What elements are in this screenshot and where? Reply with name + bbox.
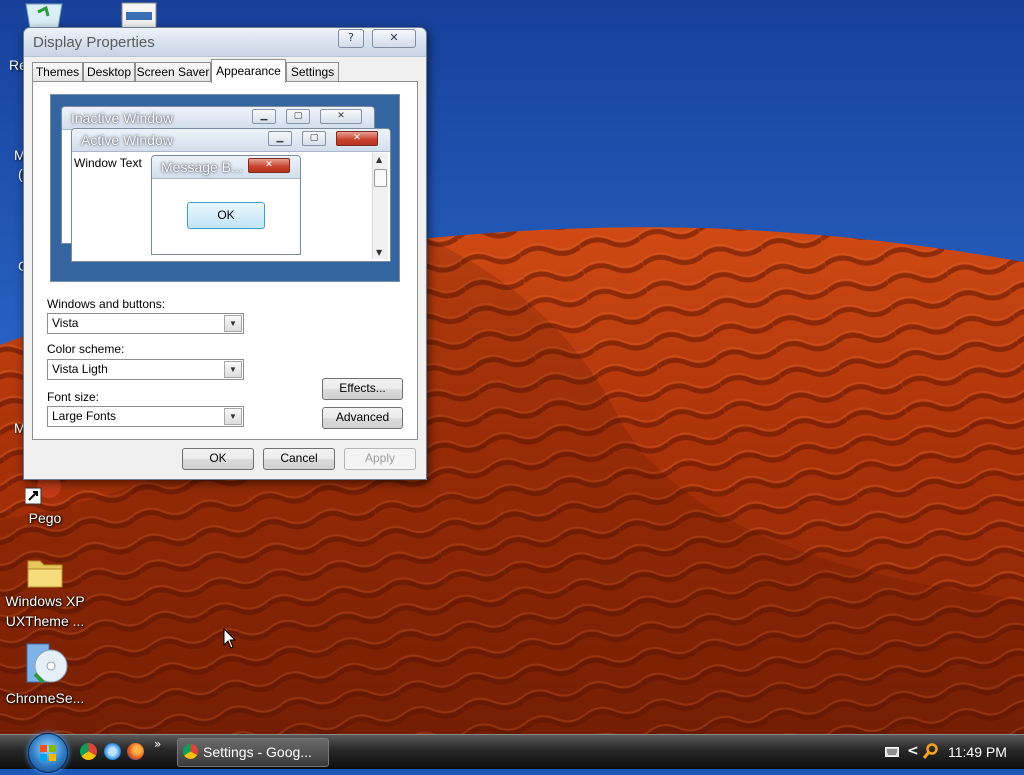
cancel-button[interactable]: Cancel [263,448,335,470]
close-icon: ✕ [320,109,362,124]
internet-explorer-icon[interactable] [104,743,121,760]
close-icon: ✕ [336,131,378,146]
color-scheme-label: Color scheme: [47,342,125,356]
desktop-icon-label: ChromeSe... [5,690,85,706]
scroll-up-arrow-icon: ▲ [376,155,383,164]
taskbar-button-label: Settings - Goog... [203,744,312,760]
apply-button[interactable]: Apply [344,448,416,470]
preview-active-title: Active Window [81,132,173,148]
preview-active-titlebar: Active Window ▁ ▢ ✕ [72,129,390,152]
windows-buttons-label: Windows and buttons: [47,297,166,311]
chevron-down-icon[interactable]: ▼ [224,361,242,378]
chrome-icon[interactable] [80,743,97,760]
font-size-label: Font size: [47,390,100,404]
desktop-icon-uxtheme-folder[interactable]: Windows XP UXTheme ... [0,553,90,631]
display-properties-dialog: Display Properties ? ✕ Themes Desktop Sc… [23,27,427,480]
desktop-icon-label: Windows XP [5,593,85,609]
color-scheme-dropdown[interactable]: Vista Ligth ▼ [47,359,244,380]
tab-appearance[interactable]: Appearance [211,59,286,83]
clock[interactable]: 11:49 PM [948,744,1007,760]
document-icon[interactable] [120,2,160,28]
tab-themes[interactable]: Themes [32,62,83,82]
preview-inactive-titlebar: Inactive Window ▁ ▢ ✕ [62,107,374,130]
scroll-thumb [374,169,387,187]
font-size-dropdown[interactable]: Large Fonts ▼ [47,406,244,427]
preview-scrollbar: ▲ ▼ [372,153,388,259]
chrome-icon [183,744,198,759]
preview-inactive-title: Inactive Window [71,110,173,126]
chevron-down-icon[interactable]: ▼ [224,408,242,425]
taskbar-button-settings-chrome[interactable]: Settings - Goog... [177,738,329,767]
taskbar: » Settings - Goog... < 11:49 PM [0,733,1024,773]
windows-buttons-value: Vista [52,316,79,330]
color-scheme-value: Vista Ligth [52,362,108,376]
installer-disc-icon [26,643,68,684]
tab-desktop[interactable]: Desktop [83,62,135,82]
folder-icon [27,560,63,588]
tab-settings[interactable]: Settings [286,62,339,82]
scroll-down-arrow-icon: ▼ [376,248,383,257]
preview-window-text: Window Text [74,156,142,170]
start-button[interactable] [28,733,68,773]
effects-button[interactable]: Effects... [322,378,403,400]
maximize-icon: ▢ [302,131,326,146]
preview-message-box: Message B... ✕ OK [151,155,301,255]
appearance-tab-panel: Inactive Window ▁ ▢ ✕ Active Window ▁ ▢ … [32,81,418,440]
dialog-titlebar[interactable]: Display Properties ? ✕ [24,28,426,57]
preview-ok-button: OK [187,202,265,229]
close-button[interactable]: ✕ [372,29,416,48]
quick-launch-overflow[interactable]: » [154,737,161,751]
desktop-label-partial[interactable]: ( [18,166,23,182]
chevron-down-icon[interactable]: ▼ [224,315,242,332]
help-button[interactable]: ? [338,29,364,48]
close-icon: ✕ [248,158,290,173]
preview-message-title: Message B... [161,159,243,175]
desktop-icon-chromesetup[interactable]: ChromeSe... [0,640,90,708]
maximize-icon: ▢ [286,109,310,124]
windows-logo-icon [40,745,56,761]
minimize-icon: ▁ [252,109,276,124]
desktop-icon-label: UXTheme ... [5,613,85,629]
mouse-cursor-icon [223,628,237,649]
font-size-value: Large Fonts [52,409,117,423]
preview-message-titlebar: Message B... ✕ [152,156,300,179]
dialog-title: Display Properties [33,34,155,51]
tab-screen-saver[interactable]: Screen Saver [135,62,211,82]
windows-buttons-dropdown[interactable]: Vista ▼ [47,313,244,334]
search-icon[interactable] [922,743,938,761]
desktop-icon-label: Pego [28,510,62,526]
keyboard-icon[interactable] [885,746,899,758]
advanced-button[interactable]: Advanced [322,407,403,429]
tray-chevron-icon[interactable]: < [907,743,919,759]
appearance-preview: Inactive Window ▁ ▢ ✕ Active Window ▁ ▢ … [50,94,400,282]
desktop-icon-pego[interactable]: Pego [0,474,90,528]
recycle-bin-icon[interactable] [22,2,66,28]
minimize-icon: ▁ [268,131,292,146]
firefox-icon[interactable] [127,743,144,760]
ok-button[interactable]: OK [182,448,254,470]
